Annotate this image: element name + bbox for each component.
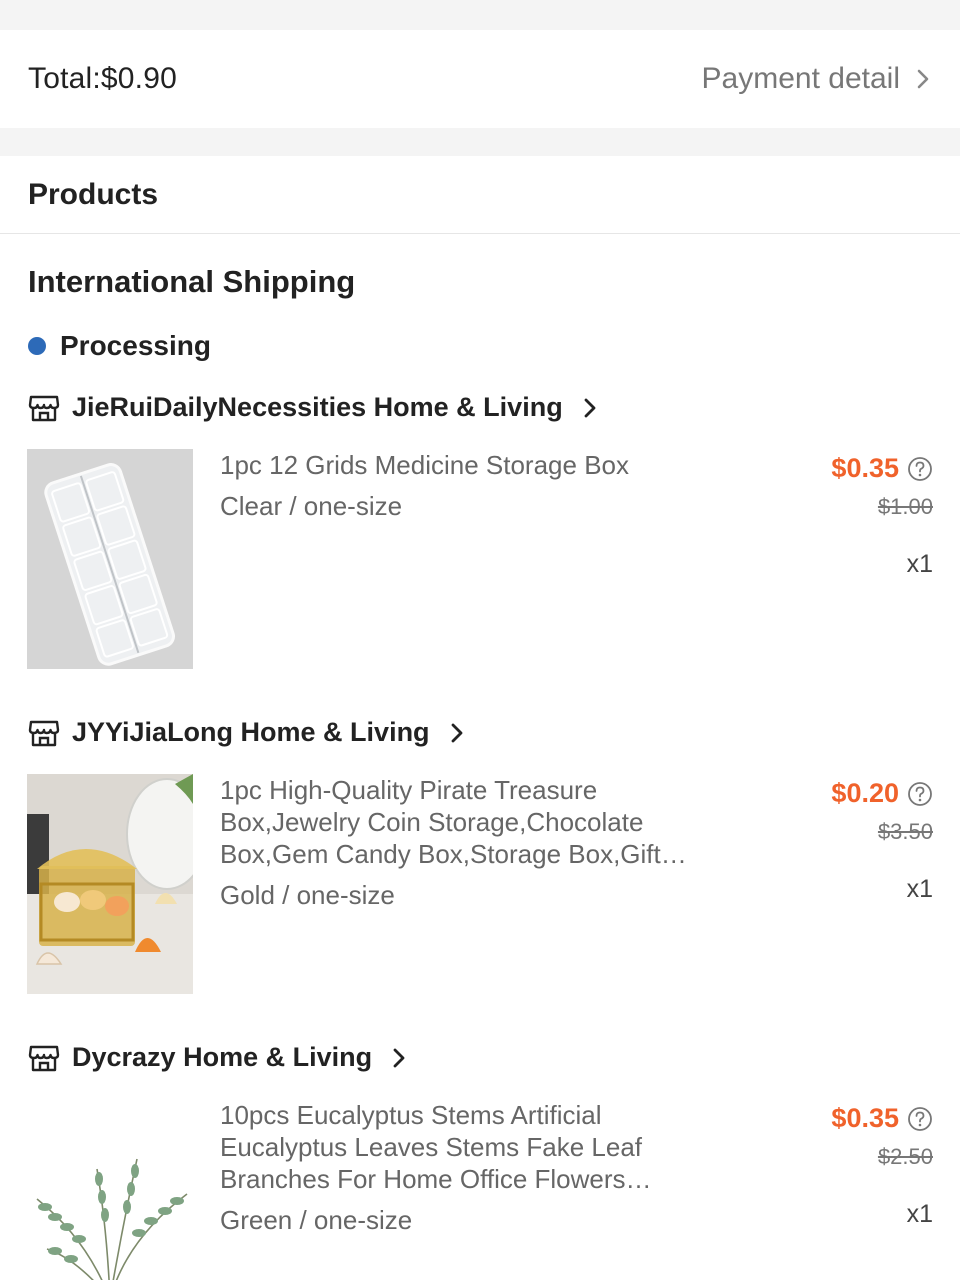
order-page: Total:$0.90 Payment detail Products Inte… xyxy=(0,0,960,1280)
question-mark-icon[interactable] xyxy=(907,1106,933,1132)
products-title: Products xyxy=(28,177,159,211)
store-name: JYYiJiaLong Home & Living xyxy=(72,717,430,747)
order-total: Total:$0.90 xyxy=(28,62,177,95)
quantity: x1 xyxy=(906,550,933,578)
store-link-jierui[interactable]: JieRuiDailyNecessities Home & Living xyxy=(28,392,597,423)
status-dot-icon xyxy=(28,337,46,355)
store-link-dycrazy[interactable]: Dycrazy Home & Living xyxy=(28,1042,406,1073)
order-total-bar: Total:$0.90 Payment detail xyxy=(0,30,960,128)
product-title: 10pcs Eucalyptus Stems Artificial Eucaly… xyxy=(220,1100,643,1194)
product-image[interactable] xyxy=(27,774,193,994)
product-info: 1pc 12 Grids Medicine Storage Box Clear … xyxy=(220,449,690,522)
payment-detail-label: Payment detail xyxy=(701,62,900,95)
store-name: JieRuiDailyNecessities Home & Living xyxy=(72,392,563,422)
product-item[interactable]: 1pc 12 Grids Medicine Storage Box Clear … xyxy=(27,449,933,671)
original-price: $2.50 xyxy=(877,1144,933,1169)
price-column: $0.35 $1.00 x1 xyxy=(793,453,933,579)
price-column: $0.35 $2.50 x1 xyxy=(793,1103,933,1229)
question-mark-icon[interactable] xyxy=(907,781,933,807)
quantity: x1 xyxy=(906,1200,933,1228)
chevron-right-icon xyxy=(393,1048,405,1067)
product-image[interactable] xyxy=(27,449,193,669)
original-price: $1.00 xyxy=(877,494,933,519)
chevron-right-icon xyxy=(451,723,462,742)
sale-price: $0.35 xyxy=(831,453,899,483)
sale-price: $0.35 xyxy=(831,1103,899,1133)
original-price: $3.50 xyxy=(877,819,933,844)
product-variant: Clear / one-size xyxy=(220,491,403,521)
store-icon xyxy=(28,720,60,746)
payment-detail-link[interactable]: Payment detail xyxy=(702,62,932,96)
price-column: $0.20 $3.50 x1 xyxy=(793,778,933,904)
product-item[interactable]: 1pc High-Quality Pirate Treasure Box,Jew… xyxy=(27,774,933,996)
product-variant: Gold / one-size xyxy=(220,880,395,910)
product-title: 1pc High-Quality Pirate Treasure Box,Jew… xyxy=(220,775,661,869)
store-name: Dycrazy Home & Living xyxy=(72,1042,373,1072)
store-icon xyxy=(28,395,60,421)
product-info: 10pcs Eucalyptus Stems Artificial Eucaly… xyxy=(220,1099,690,1236)
quantity: x1 xyxy=(906,875,933,903)
eucalyptus-stems-icon xyxy=(27,1099,193,1280)
question-mark-icon[interactable] xyxy=(907,456,933,482)
clear-pill-box-icon xyxy=(27,449,193,669)
product-item[interactable]: 10pcs Eucalyptus Stems Artificial Eucaly… xyxy=(27,1099,933,1280)
order-status: Processing xyxy=(28,330,211,362)
product-image[interactable] xyxy=(27,1099,193,1280)
product-variant: Green / one-size xyxy=(220,1205,413,1235)
store-icon xyxy=(28,1045,60,1071)
chevron-right-icon xyxy=(584,398,596,417)
product-info: 1pc High-Quality Pirate Treasure Box,Jew… xyxy=(220,774,690,911)
sale-price: $0.20 xyxy=(831,778,899,808)
products-card: Products International Shipping Processi… xyxy=(0,156,960,1280)
shipping-method-title: International Shipping xyxy=(28,264,356,299)
products-header: Products xyxy=(0,156,960,234)
status-label: Processing xyxy=(60,330,211,361)
store-link-jyyijialong[interactable]: JYYiJiaLong Home & Living xyxy=(28,717,464,748)
gold-treasure-box-icon xyxy=(27,774,193,994)
chevron-right-icon xyxy=(917,69,929,89)
product-title: 1pc 12 Grids Medicine Storage Box xyxy=(220,450,629,480)
